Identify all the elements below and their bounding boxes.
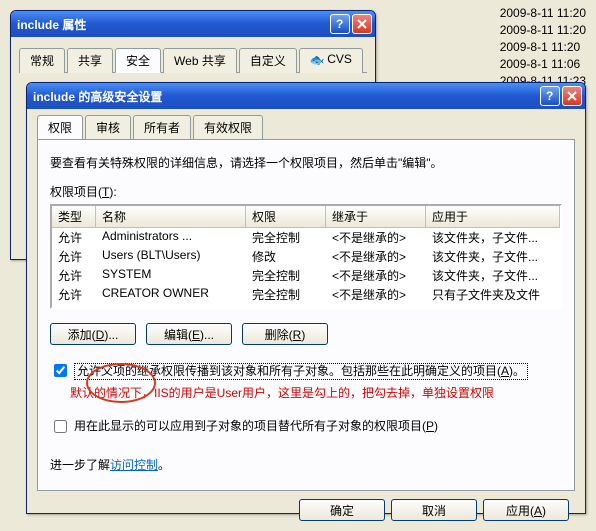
- groups-label: 组或用户名称:: [13, 73, 373, 81]
- tab-custom[interactable]: 自定义: [239, 48, 297, 73]
- cell: <不是继承的>: [326, 285, 426, 304]
- cell: SYSTEM: [96, 266, 246, 285]
- learn-more: 进一步了解访问控制。: [50, 456, 562, 473]
- tab-audit[interactable]: 审核: [85, 115, 131, 139]
- tab-cvs[interactable]: 🐟 CVS: [299, 48, 363, 73]
- cell: CREATOR OWNER: [96, 285, 246, 304]
- annotation-text: 默认的情况下，IIS的用户是User用户，这里是勾上的，把勾去掉，单独设置权限: [70, 384, 562, 401]
- table-row[interactable]: 允许Administrators ...完全控制<不是继承的>该文件夹，子文件.…: [52, 228, 560, 247]
- remove-button[interactable]: 删除(R): [242, 323, 328, 345]
- col-inherited[interactable]: 继承于: [326, 206, 426, 227]
- background-file-list: 2009-8-11 11:20 2009-8-11 11:20 2009-8-1…: [500, 5, 586, 90]
- permissions-label: 权限项目(T):: [50, 183, 562, 200]
- cvs-icon: 🐟: [310, 53, 324, 67]
- cell: Administrators ...: [96, 228, 246, 247]
- cell: <不是继承的>: [326, 266, 426, 285]
- cell: 修改: [246, 247, 326, 266]
- cell: 允许: [52, 266, 96, 285]
- inherit-label: 允许父项的继承权限传播到该对象和所有子对象。包括那些在此明确定义的项目(A)。: [74, 363, 528, 380]
- titlebar[interactable]: include 属性 ?: [11, 11, 375, 37]
- access-control-link[interactable]: 访问控制: [110, 458, 158, 472]
- tab-security[interactable]: 安全: [115, 48, 161, 73]
- ok-button[interactable]: 确定: [299, 499, 385, 521]
- close-button[interactable]: [562, 86, 582, 106]
- apply-button[interactable]: 应用(A): [483, 499, 569, 521]
- cell: Users (BLT\Users): [96, 247, 246, 266]
- cell: <不是继承的>: [326, 228, 426, 247]
- cell: 只有子文件夹及文件: [426, 285, 560, 304]
- svg-text:?: ?: [546, 91, 553, 101]
- cancel-button[interactable]: 取消: [391, 499, 477, 521]
- tab-general[interactable]: 常规: [19, 48, 65, 73]
- cell: 允许: [52, 228, 96, 247]
- close-button[interactable]: [352, 14, 372, 34]
- window-title: include 的高级安全设置: [33, 88, 540, 105]
- cell: 允许: [52, 285, 96, 304]
- tab-permissions[interactable]: 权限: [37, 115, 83, 139]
- tab-web-share[interactable]: Web 共享: [163, 48, 237, 73]
- permissions-list[interactable]: 类型 名称 权限 继承于 应用于 允许Administrators ...完全控…: [50, 204, 562, 309]
- cell: 该文件夹，子文件...: [426, 228, 560, 247]
- edit-button[interactable]: 编辑(E)...: [146, 323, 232, 345]
- info-text: 要查看有关特殊权限的详细信息，请选择一个权限项目，然后单击"编辑"。: [50, 154, 562, 171]
- replace-checkbox[interactable]: [54, 420, 67, 433]
- col-type[interactable]: 类型: [52, 206, 96, 227]
- table-row[interactable]: 允许CREATOR OWNER完全控制<不是继承的>只有子文件夹及文件: [52, 285, 560, 304]
- cell: 完全控制: [246, 228, 326, 247]
- tab-effective[interactable]: 有效权限: [193, 115, 263, 139]
- inherit-checkbox[interactable]: [54, 364, 67, 377]
- col-permission[interactable]: 权限: [246, 206, 326, 227]
- table-row[interactable]: 允许Users (BLT\Users)修改<不是继承的>该文件夹，子文件...: [52, 247, 560, 266]
- cell: 该文件夹，子文件...: [426, 266, 560, 285]
- svg-text:?: ?: [336, 19, 343, 29]
- cell: 允许: [52, 247, 96, 266]
- replace-label: 用在此显示的可以应用到子对象的项目替代所有子对象的权限项目(P): [74, 419, 438, 434]
- cell: <不是继承的>: [326, 247, 426, 266]
- advanced-security-window: include 的高级安全设置 ? 权限 审核 所有者 有效权限 要查看有关特殊…: [26, 82, 586, 514]
- window-title: include 属性: [17, 16, 330, 33]
- tab-owner[interactable]: 所有者: [133, 115, 191, 139]
- cell: 完全控制: [246, 285, 326, 304]
- tab-share[interactable]: 共享: [67, 48, 113, 73]
- help-button[interactable]: ?: [540, 86, 560, 106]
- col-name[interactable]: 名称: [96, 206, 246, 227]
- cell: 该文件夹，子文件...: [426, 247, 560, 266]
- col-applies[interactable]: 应用于: [426, 206, 560, 227]
- help-button[interactable]: ?: [330, 14, 350, 34]
- add-button[interactable]: 添加(D)...: [50, 323, 136, 345]
- cell: 完全控制: [246, 266, 326, 285]
- titlebar[interactable]: include 的高级安全设置 ?: [27, 83, 585, 109]
- table-row[interactable]: 允许SYSTEM完全控制<不是继承的>该文件夹，子文件...: [52, 266, 560, 285]
